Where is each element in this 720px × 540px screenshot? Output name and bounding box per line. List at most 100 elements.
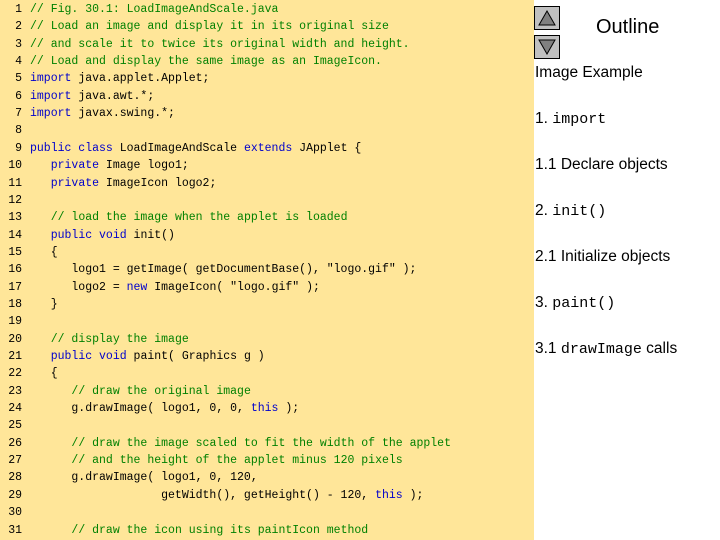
code-text: g.drawImage( logo1, 0, 120, <box>30 469 257 486</box>
code-keyword: private <box>50 159 100 173</box>
code-token: { <box>30 245 58 259</box>
code-token: init() <box>126 228 175 242</box>
outline-item-text: 2.1 Initialize objects <box>535 248 671 265</box>
code-keyword: import <box>30 107 72 121</box>
code-text: // draw the original image <box>30 383 250 400</box>
code-text: } <box>30 296 58 313</box>
line-number: 17 <box>8 280 22 294</box>
code-token: logo2 = <box>30 280 127 294</box>
code-line: 1 // Fig. 30.1: LoadImageAndScale.java <box>0 1 534 18</box>
code-text: // draw the image scaled to fit the widt… <box>30 435 451 452</box>
code-text: // and the height of the applet minus 12… <box>30 452 403 469</box>
code-line: 2 // Load an image and display it in its … <box>0 18 534 35</box>
code-keyword: this <box>250 402 279 416</box>
outline-item-text: drawImage <box>560 341 642 358</box>
line-number: 24 <box>8 402 22 416</box>
code-text: private Image logo1; <box>30 157 189 174</box>
line-number: 3 <box>15 37 22 51</box>
code-line: 26 // draw the image scaled to fit the w… <box>0 435 534 452</box>
code-listing-panel: 1 // Fig. 30.1: LoadImageAndScale.java 2 //… <box>0 0 534 540</box>
code-token: ImageIcon( "logo.gif" ); <box>147 280 320 294</box>
line-number: 10 <box>8 159 22 173</box>
outline-item-text: 3.1 <box>535 340 561 357</box>
code-text: // draw the icon using its paintIcon met… <box>30 522 368 539</box>
outline-item-text: 2. <box>535 202 553 219</box>
line-number: 20 <box>8 332 22 346</box>
line-number: 11 <box>8 176 22 190</box>
triangle-down-icon <box>538 39 556 55</box>
code-token: ImageIcon logo2; <box>99 176 217 190</box>
code-comment: // and the height of the applet minus 12… <box>71 454 403 468</box>
outline-item: 2.1 Initialize objects <box>535 248 670 266</box>
code-token: java.applet.Applet; <box>71 72 210 86</box>
code-line: 25 <box>0 417 534 434</box>
code-line: 24 g.drawImage( logo1, 0, 0, this ); <box>0 400 534 417</box>
code-text: logo1 = getImage( getDocumentBase(), "lo… <box>30 261 416 278</box>
line-number: 21 <box>8 350 22 363</box>
outline-item: 1. import <box>535 110 606 128</box>
code-keyword: this <box>375 488 403 502</box>
code-text: // Load and display the same image as an… <box>30 53 382 70</box>
line-number: 26 <box>8 436 22 450</box>
outline-item-text: calls <box>641 340 678 357</box>
triangle-up-icon <box>538 10 556 26</box>
code-comment: // draw the icon using its paintIcon met… <box>71 523 369 537</box>
outline-item-text: import <box>552 111 607 128</box>
code-line: 5 import java.applet.Applet; <box>0 70 534 87</box>
code-line: 21 public void paint( Graphics g ) <box>0 348 534 365</box>
outline-item-text: init() <box>552 203 607 220</box>
code-line: 8 <box>0 122 534 139</box>
outline-item: 2. init() <box>535 202 606 220</box>
code-line: 27 // and the height of the applet minus… <box>0 452 534 469</box>
code-keyword: extends <box>243 141 293 155</box>
code-line: 9 public class LoadImageAndScale extends … <box>0 140 534 157</box>
code-comment: // load the image when the applet is loa… <box>50 211 348 225</box>
code-line: 7 import javax.swing.*; <box>0 105 534 122</box>
code-keyword: public class <box>30 141 113 155</box>
outline-item-text: 1.1 Declare objects <box>535 156 668 173</box>
code-line: 22 { <box>0 365 534 382</box>
code-line: 13 // load the image when the applet is … <box>0 209 534 226</box>
line-number: 15 <box>8 245 22 259</box>
line-number: 6 <box>15 89 22 103</box>
code-line: 20 // display the image <box>0 331 534 348</box>
line-number: 29 <box>8 488 22 502</box>
next-slide-button[interactable] <box>534 35 560 59</box>
code-token: ); <box>278 402 300 416</box>
code-keyword: public void <box>50 350 127 363</box>
code-token: getWidth(), getHeight() - 120, <box>30 488 376 502</box>
code-text: // and scale it to twice its original wi… <box>30 36 410 53</box>
line-number: 25 <box>8 419 22 433</box>
code-text: private ImageIcon logo2; <box>30 175 217 192</box>
outline-item-text: Image Example <box>535 64 643 81</box>
line-number: 2 <box>15 20 22 34</box>
code-token: } <box>30 297 58 311</box>
line-number: 28 <box>8 471 22 485</box>
outline-item: Image Example <box>535 64 643 82</box>
code-keyword: private <box>50 176 100 190</box>
code-line: 30 <box>0 504 534 521</box>
code-text: // Fig. 30.1: LoadImageAndScale.java <box>30 1 278 18</box>
code-line: 17 logo2 = new ImageIcon( "logo.gif" ); <box>0 279 534 296</box>
code-text: g.drawImage( logo1, 0, 0, this ); <box>30 400 299 417</box>
line-number: 22 <box>8 367 22 381</box>
code-line: 11 private ImageIcon logo2; <box>0 175 534 192</box>
code-comment: // Fig. 30.1: LoadImageAndScale.java <box>30 3 279 16</box>
outline-item: 3. paint() <box>535 294 615 312</box>
line-number: 1 <box>15 3 22 16</box>
code-line: 19 <box>0 313 534 330</box>
code-line: 14 public void init() <box>0 227 534 244</box>
code-text: import java.applet.Applet; <box>30 70 209 87</box>
code-line: 16 logo1 = getImage( getDocumentBase(), … <box>0 261 534 278</box>
code-token: ); <box>402 488 424 502</box>
previous-slide-button[interactable] <box>534 6 560 30</box>
code-line: 18 } <box>0 296 534 313</box>
outline-title: Outline <box>596 16 660 38</box>
code-comment: // Load and display the same image as an… <box>30 55 382 69</box>
code-text: import javax.swing.*; <box>30 105 175 122</box>
code-text: { <box>30 365 58 382</box>
code-keyword: public void <box>50 228 127 242</box>
code-text: public void init() <box>30 227 175 244</box>
